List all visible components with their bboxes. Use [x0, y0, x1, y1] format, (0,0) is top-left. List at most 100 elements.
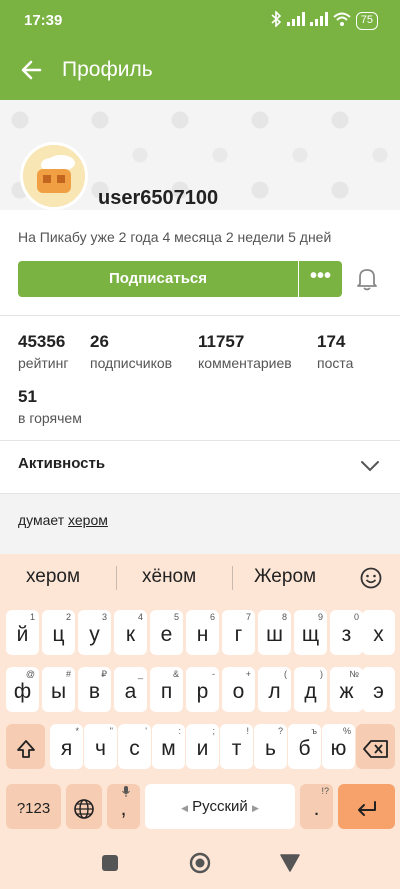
- key-hint: @: [25, 669, 35, 679]
- activity-section-title[interactable]: Активность: [18, 455, 105, 472]
- signal-icon-2: [309, 12, 328, 29]
- suggestion-2[interactable]: хёном: [142, 566, 196, 588]
- key-char: у: [89, 623, 100, 646]
- key-е[interactable]: е5: [150, 610, 183, 655]
- backspace-key[interactable]: [356, 724, 395, 769]
- key-д[interactable]: д): [294, 667, 327, 712]
- more-button[interactable]: •••: [299, 261, 342, 297]
- key-char: в: [88, 680, 101, 703]
- space-key[interactable]: ◀ Русский ▶: [145, 784, 295, 829]
- language-key[interactable]: [66, 784, 102, 829]
- comma-key[interactable]: ,: [107, 784, 140, 829]
- key-л[interactable]: л(: [258, 667, 291, 712]
- key-ь[interactable]: ь?: [254, 724, 287, 769]
- page-title: Профиль: [62, 58, 153, 81]
- subscribe-button[interactable]: Подписаться: [18, 261, 298, 297]
- key-hint: (: [284, 669, 287, 679]
- key-г[interactable]: г7: [222, 610, 255, 655]
- key-ф[interactable]: ф @: [6, 667, 39, 712]
- key-hint: _: [137, 669, 143, 679]
- key-hint: +: [245, 669, 251, 679]
- key-м[interactable]: м:: [152, 724, 185, 769]
- key-char: ч: [95, 737, 106, 760]
- key-hint: -: [212, 669, 215, 679]
- stat-subscribers[interactable]: 26 подписчиков: [90, 332, 172, 371]
- key-char: ы: [50, 680, 67, 703]
- key-н[interactable]: н6: [186, 610, 219, 655]
- key-char: х: [373, 623, 384, 646]
- avatar[interactable]: [20, 142, 88, 210]
- bell-icon[interactable]: [356, 267, 378, 291]
- key-ц[interactable]: ц2: [42, 610, 75, 655]
- emoji-icon[interactable]: [360, 567, 382, 589]
- stat-label: комментариев: [198, 355, 292, 371]
- key-у[interactable]: у3: [78, 610, 111, 655]
- key-р[interactable]: р-: [186, 667, 219, 712]
- key-hint: ₽: [101, 669, 107, 679]
- status-bar: 17:39 75: [0, 0, 400, 42]
- backspace-icon: [362, 737, 389, 760]
- suggestion-separator: [116, 566, 117, 590]
- key-hint: %: [342, 726, 351, 736]
- right-arrow-icon: ▶: [252, 803, 259, 813]
- stat-posts[interactable]: 174 поста: [317, 332, 353, 371]
- key-hint: ": [109, 726, 113, 736]
- key-в[interactable]: в ₽: [78, 667, 111, 712]
- shift-icon: [15, 737, 37, 760]
- period-key[interactable]: . !?: [300, 784, 333, 829]
- key-ш[interactable]: ш8: [258, 610, 291, 655]
- thinks-link[interactable]: хером: [68, 512, 108, 528]
- key-char: з: [341, 623, 352, 646]
- home-circle-icon[interactable]: [189, 852, 211, 879]
- key-ю[interactable]: ю%: [322, 724, 355, 769]
- enter-key[interactable]: [338, 784, 395, 829]
- key-т[interactable]: т!: [220, 724, 253, 769]
- key-hint: ?: [277, 726, 283, 736]
- back-triangle-icon[interactable]: [280, 854, 300, 877]
- key-я[interactable]: я *: [50, 724, 83, 769]
- membership-duration: На Пикабу уже 2 года 4 месяца 2 недели 5…: [18, 229, 332, 245]
- back-arrow-icon[interactable]: [18, 56, 46, 84]
- stat-label: в горячем: [18, 410, 82, 426]
- signal-icon: [286, 12, 305, 29]
- key-к[interactable]: к4: [114, 610, 147, 655]
- stat-hot[interactable]: 51 в горячем: [18, 387, 82, 426]
- key-з[interactable]: з0: [330, 610, 363, 655]
- key-hint: !?: [321, 786, 329, 796]
- key-а[interactable]: а _: [114, 667, 147, 712]
- suggestion-separator: [232, 566, 233, 590]
- key-щ[interactable]: щ9: [294, 610, 327, 655]
- key-hint: ): [320, 669, 323, 679]
- shift-key[interactable]: [6, 724, 45, 769]
- key-char: .: [313, 797, 320, 820]
- key-char: т: [231, 737, 242, 760]
- recents-square-icon[interactable]: [102, 855, 118, 876]
- key-х[interactable]: х: [362, 610, 395, 655]
- key-char: й: [16, 623, 29, 646]
- key-с[interactable]: с ': [118, 724, 151, 769]
- suggestion-3[interactable]: Жером: [254, 566, 316, 588]
- bluetooth-icon: [270, 10, 282, 30]
- key-о[interactable]: о +: [222, 667, 255, 712]
- key-ы[interactable]: ы #: [42, 667, 75, 712]
- key-э[interactable]: э: [362, 667, 395, 712]
- key-п[interactable]: п &: [150, 667, 183, 712]
- divider: [0, 440, 400, 441]
- key-ж[interactable]: ж №: [330, 667, 363, 712]
- user-thinks-text: думает хером: [18, 512, 108, 528]
- key-и[interactable]: и;: [186, 724, 219, 769]
- key-ч[interactable]: ч ": [84, 724, 117, 769]
- stat-comments[interactable]: 11757 комментариев: [198, 332, 292, 371]
- key-hint: ъ: [311, 726, 317, 736]
- chevron-down-icon[interactable]: [360, 456, 380, 476]
- stat-value: 45356: [18, 332, 66, 351]
- key-й[interactable]: й1: [6, 610, 39, 655]
- stat-label: поста: [317, 355, 354, 371]
- wifi-icon: [333, 12, 351, 29]
- symbols-key[interactable]: ?123: [6, 784, 61, 829]
- key-hint: 6: [209, 612, 215, 622]
- key-char: ,: [120, 797, 127, 820]
- key-б[interactable]: бъ: [288, 724, 321, 769]
- suggestion-1[interactable]: хером: [26, 566, 80, 588]
- key-char: о: [232, 680, 245, 703]
